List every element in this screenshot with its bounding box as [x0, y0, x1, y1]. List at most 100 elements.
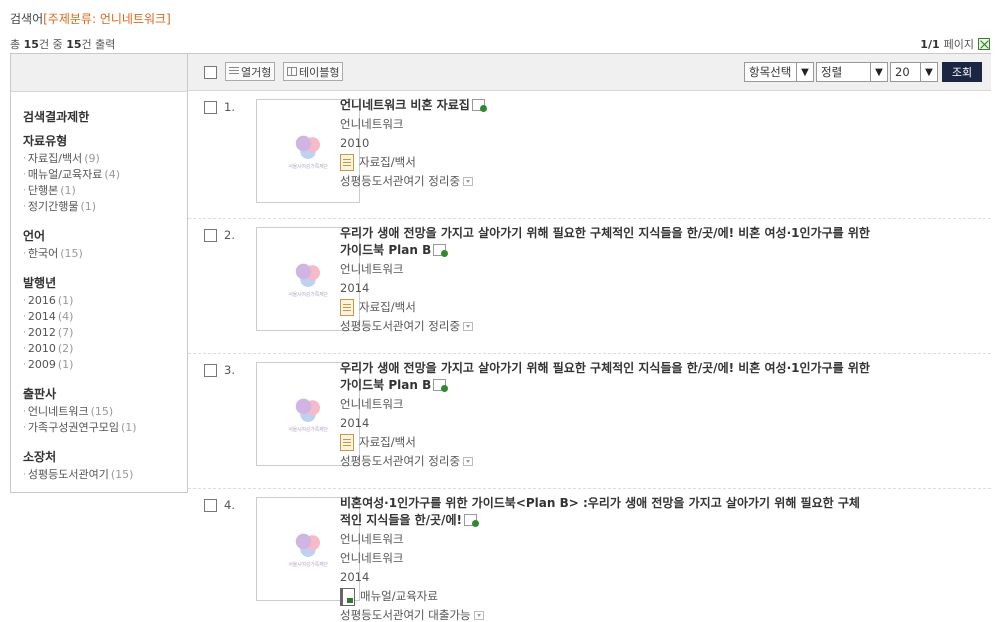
result-type: 자료집/백서: [340, 433, 870, 452]
result-title[interactable]: 비혼여성·1인가구를 위한 가이드북<Plan B> :우리가 생애 전망을 가…: [340, 495, 870, 529]
result-checkbox[interactable]: [204, 229, 217, 242]
list-view-button[interactable]: 열거형: [225, 62, 276, 81]
filter-item[interactable]: · 성평등도서관여기 (15): [23, 467, 187, 483]
filter-group: 소장처 · 성평등도서관여기 (15): [23, 448, 187, 483]
page-size-select[interactable]: 20 ▼: [890, 62, 938, 82]
filter-item[interactable]: · 2014 (4): [23, 309, 187, 325]
result-count: 총 15건 중 15건 출력: [10, 36, 115, 52]
select-all-checkbox[interactable]: [204, 66, 217, 79]
result-location[interactable]: 성평등도서관여기 정리중: [340, 172, 870, 191]
filter-item-count: (2): [57, 342, 74, 355]
result-location[interactable]: 성평등도서관여기 대출가능: [340, 606, 870, 622]
filter-item-label: 2009: [27, 358, 56, 371]
result-author: 언니네트워크: [340, 551, 404, 565]
expand-icon[interactable]: [463, 457, 474, 466]
filter-item-label: 2016: [27, 294, 56, 307]
result-title-text: 비혼여성·1인가구를 위한 가이드북<Plan B> :우리가 생애 전망을 가…: [340, 496, 860, 527]
list-icon: [229, 67, 239, 76]
result-author: 언니네트워크: [340, 397, 404, 411]
bullet-icon: ·: [23, 186, 26, 196]
foundation-logo-icon: [293, 132, 323, 159]
result-title[interactable]: 우리가 생애 전망을 가지고 살아가기 위해 필요한 구체적인 지식들을 한/곳…: [340, 360, 870, 394]
filter-item[interactable]: · 매뉴얼/교육자료 (4): [23, 167, 187, 183]
result-checkbox[interactable]: [204, 499, 217, 512]
download-icon[interactable]: [463, 514, 479, 527]
excel-export-icon[interactable]: [978, 38, 990, 50]
result-type: 매뉴얼/교육자료: [340, 587, 870, 606]
result-location-text: 성평등도서관여기 대출가능: [340, 608, 471, 622]
sidebar-body: 검색결과제한 자료유형 · 자료집/백서 (9) · 매뉴얼/교육자료 (4) · 단행본 (1)…: [11, 92, 187, 483]
filter-item-count: (4): [104, 168, 121, 181]
pagination: 1/1 페이지: [920, 36, 990, 52]
filter-item[interactable]: · 2010 (2): [23, 341, 187, 357]
result-author: 언니네트워크: [340, 262, 404, 276]
filter-group: 자료유형 · 자료집/백서 (9) · 매뉴얼/교육자료 (4) · 단행본 (1) · 정기간행물(…: [23, 132, 187, 215]
table-view-button[interactable]: 테이블형: [283, 62, 344, 81]
thumbnail-caption: 서울시여성가족재단: [288, 561, 328, 568]
filter-item-label: 자료집/백서: [27, 152, 83, 165]
filter-group-title: 언어: [23, 229, 46, 243]
result-checkbox[interactable]: [204, 364, 217, 377]
download-icon[interactable]: [471, 99, 487, 112]
result-item: 4. 서울시여성가족재단 비혼여성·1인가구를 위한 가이드북<Plan B> :우…: [188, 489, 991, 622]
result-location[interactable]: 성평등도서관여기 정리중: [340, 317, 870, 336]
filter-item-count: (15): [60, 247, 83, 260]
expand-icon[interactable]: [473, 611, 484, 620]
result-author: 언니네트워크: [340, 117, 404, 131]
filter-heading: 검색결과제한: [23, 110, 90, 124]
filter-sidebar: 검색결과제한 자료유형 · 자료집/백서 (9) · 매뉴얼/교육자료 (4) · 단행본 (1)…: [10, 53, 188, 493]
filter-item-count: (9): [84, 152, 100, 165]
document-icon: [340, 434, 354, 451]
result-type: 자료집/백서: [340, 153, 870, 172]
foundation-logo-icon: [293, 395, 323, 422]
filter-item[interactable]: · 2012 (7): [23, 325, 187, 341]
filter-item[interactable]: · 자료집/백서 (9): [23, 151, 187, 167]
field-select[interactable]: 항목선택 ▼: [744, 62, 814, 82]
count-suffix: 건 출력: [81, 38, 116, 51]
filter-group-title: 자료유형: [23, 134, 68, 148]
result-location[interactable]: 성평등도서관여기 정리중: [340, 452, 870, 471]
field-select-value: 항목선택: [749, 65, 792, 79]
bullet-icon: ·: [23, 296, 26, 306]
download-icon[interactable]: [433, 244, 449, 257]
expand-icon[interactable]: [463, 322, 474, 331]
filter-item-label: 2010: [27, 342, 56, 355]
bullet-icon: ·: [23, 249, 26, 259]
result-type-label: 자료집/백서: [359, 155, 416, 169]
result-number: 1.: [224, 100, 235, 114]
filter-item[interactable]: · 한국어 (15): [23, 246, 187, 262]
expand-icon[interactable]: [463, 177, 474, 186]
filter-item[interactable]: · 정기간행물 (1): [23, 199, 187, 215]
foundation-logo-icon: [293, 530, 323, 557]
chevron-down-icon: ▼: [870, 63, 887, 81]
result-title-text: 우리가 생애 전망을 가지고 살아가기 위해 필요한 구체적인 지식들을 한/곳…: [340, 361, 870, 392]
filter-item[interactable]: · 가족구성권연구모임 (1): [23, 420, 187, 436]
manual-icon: [340, 587, 355, 606]
filter-item[interactable]: · 2009 (1): [23, 357, 187, 373]
filter-item[interactable]: · 2016 (1): [23, 293, 187, 309]
result-number: 3.: [224, 363, 235, 377]
thumbnail-caption: 서울시여성가족재단: [288, 291, 328, 298]
filter-item-label: 2014: [27, 310, 56, 323]
thumbnail-caption: 서울시여성가족재단: [288, 163, 328, 170]
filter-item[interactable]: · 단행본 (1): [23, 183, 187, 199]
sort-select[interactable]: 정렬 ▼: [816, 62, 888, 82]
result-title-text: 우리가 생애 전망을 가지고 살아가기 위해 필요한 구체적인 지식들을 한/곳…: [340, 226, 870, 257]
result-year: 2010: [340, 136, 370, 150]
search-keyword-label: 검색어: [10, 12, 44, 26]
result-title[interactable]: 우리가 생애 전망을 가지고 살아가기 위해 필요한 구체적인 지식들을 한/곳…: [340, 225, 870, 259]
results-toolbar: 열거형 테이블형 항목선택 ▼ 정렬 ▼ 20 ▼ 조회: [188, 53, 991, 91]
filter-group-title: 출판사: [23, 387, 57, 401]
filter-item-label: 정기간행물: [27, 200, 79, 213]
download-icon[interactable]: [433, 379, 449, 392]
bullet-icon: ·: [23, 170, 26, 180]
search-button[interactable]: 조회: [942, 62, 982, 82]
result-item: 3. 서울시여성가족재단 우리가 생애 전망을 가지고 살아가기 위해 필요한 구체…: [188, 354, 991, 489]
result-title-text: 언니네트워크 비혼 자료집: [340, 98, 470, 112]
result-number: 2.: [224, 228, 235, 242]
filter-group: 언어 · 한국어 (15): [23, 227, 187, 262]
result-checkbox[interactable]: [204, 101, 217, 114]
bullet-icon: ·: [23, 312, 26, 322]
result-title[interactable]: 언니네트워크 비혼 자료집: [340, 97, 870, 114]
filter-item[interactable]: · 언니네트워크 (15): [23, 404, 187, 420]
